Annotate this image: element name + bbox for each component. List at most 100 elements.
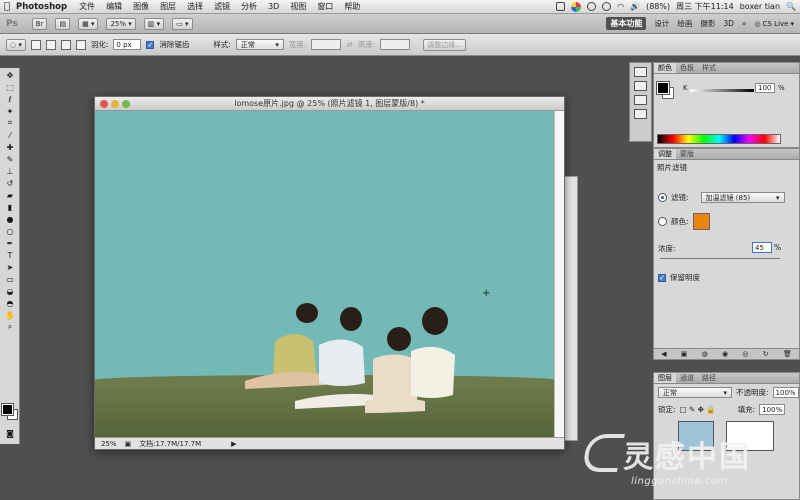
panel-foreground-swatch[interactable]	[656, 81, 670, 95]
workspace-design[interactable]: 设计	[654, 18, 669, 29]
hand-tool-icon[interactable]: ✋	[3, 310, 17, 320]
battery-status[interactable]: (88%)	[646, 2, 670, 11]
lasso-tool-icon[interactable]: ℓ	[3, 94, 17, 104]
previous-state-icon[interactable]: ◎	[742, 350, 748, 358]
spotlight-icon[interactable]: 🔍	[786, 2, 796, 11]
blend-mode-select[interactable]: 正常 ▾	[658, 387, 732, 398]
tab-masks[interactable]: 蒙版	[676, 149, 698, 159]
feather-input[interactable]: 0 px	[113, 39, 142, 50]
marquee-tool-preset[interactable]: ◌ ▾	[6, 38, 26, 51]
status-zoom[interactable]: 25%	[101, 440, 117, 448]
menu-view[interactable]: 视图	[290, 1, 306, 12]
zoom-tool-icon[interactable]: ⌕	[3, 322, 17, 332]
marquee-tool-icon[interactable]: ⬚	[3, 82, 17, 92]
filter-color-swatch[interactable]	[692, 213, 710, 230]
app-menu[interactable]: Photoshop	[16, 2, 67, 12]
height-input[interactable]	[380, 39, 411, 50]
quick-mask-icon[interactable]: ◙	[3, 428, 17, 438]
menu-analysis[interactable]: 分析	[241, 1, 257, 12]
3d-rotate-tool-icon[interactable]: ◒	[3, 286, 17, 296]
zoom-level-select[interactable]: 25% ▾	[106, 17, 136, 30]
tab-layers[interactable]: 图层	[654, 373, 676, 383]
menu-select[interactable]: 选择	[187, 1, 203, 12]
status-menu-arrow-icon[interactable]: ▶	[231, 440, 236, 448]
foreground-color-swatch[interactable]	[1, 403, 14, 416]
volume-icon[interactable]: 🔊	[630, 2, 640, 11]
menu-help[interactable]: 帮助	[344, 1, 360, 12]
screen-mode-button[interactable]: ▭ ▾	[172, 17, 193, 30]
vertical-scrollbar[interactable]	[554, 111, 564, 437]
reset-icon[interactable]: ↻	[763, 350, 769, 358]
k-value-input[interactable]: 100	[755, 83, 775, 93]
brush-tool-icon[interactable]: ✎	[3, 154, 17, 164]
tab-color[interactable]: 颜色	[654, 63, 676, 73]
antialias-checkbox[interactable]: ✓	[146, 40, 155, 49]
density-input[interactable]: 45	[752, 242, 772, 253]
cs-live-button[interactable]: ◎ CS Live ▾	[755, 20, 794, 28]
image-canvas[interactable]: +	[95, 111, 555, 437]
workspace-photography[interactable]: 摄影	[700, 18, 715, 29]
style-select[interactable]: 正常 ▾	[235, 39, 284, 50]
new-selection-icon[interactable]	[30, 39, 41, 50]
color-spectrum-bar[interactable]	[657, 134, 781, 144]
actions-panel-icon[interactable]	[634, 81, 647, 91]
color-radio[interactable]	[658, 217, 667, 226]
expand-icon[interactable]: ▣	[681, 350, 688, 358]
view-extras-button[interactable]: ▦ ▾	[78, 17, 99, 30]
clone-stamp-tool-icon[interactable]: ⊥	[3, 166, 17, 176]
menu-3d[interactable]: 3D	[268, 2, 279, 11]
3d-orbit-tool-icon[interactable]: ◓	[3, 298, 17, 308]
arrange-documents-button[interactable]: ▥ ▾	[143, 17, 165, 30]
tab-styles[interactable]: 样式	[698, 63, 720, 73]
tab-adjustments[interactable]: 调整	[654, 149, 676, 159]
preserve-luminosity-checkbox[interactable]: ✓	[658, 273, 666, 282]
tab-paths[interactable]: 路径	[698, 373, 720, 383]
history-panel-icon[interactable]	[634, 67, 647, 77]
user-name[interactable]: boxer tian	[740, 2, 780, 11]
filter-radio[interactable]	[658, 193, 667, 202]
document-title-bar[interactable]: lomose原片.jpg @ 25% (照片滤镜 1, 图层蒙版/8) *	[95, 97, 564, 111]
dodge-tool-icon[interactable]: ○	[3, 226, 17, 236]
color-wheel-icon[interactable]	[571, 1, 582, 12]
menu-edit[interactable]: 编辑	[106, 1, 122, 12]
shape-tool-icon[interactable]: ▭	[3, 274, 17, 284]
k-slider[interactable]	[690, 89, 754, 92]
status-preview-icon[interactable]: ▣	[125, 440, 132, 448]
tab-swatches[interactable]: 色板	[676, 63, 698, 73]
intersect-selection-icon[interactable]	[75, 39, 86, 50]
character-panel-icon[interactable]	[634, 95, 647, 105]
density-slider[interactable]	[660, 258, 780, 259]
fill-input[interactable]: 100%	[759, 404, 786, 415]
filter-select[interactable]: 加温滤镜 (85) ▾	[700, 192, 785, 203]
menu-image[interactable]: 图像	[133, 1, 149, 12]
swap-icon[interactable]: ⇄	[346, 40, 352, 49]
clock-icon[interactable]	[587, 2, 597, 11]
media-icon[interactable]	[556, 2, 566, 11]
paragraph-panel-icon[interactable]	[634, 109, 647, 119]
pen-tool-icon[interactable]: ✒	[3, 238, 17, 248]
back-icon[interactable]: ◀	[661, 350, 666, 358]
menu-filter[interactable]: 滤镜	[214, 1, 230, 12]
blur-tool-icon[interactable]: ●	[3, 214, 17, 224]
bridge-button[interactable]: Br	[31, 17, 48, 30]
refine-edge-button[interactable]: 调整边缘...	[423, 38, 466, 51]
path-select-tool-icon[interactable]: ➤	[3, 262, 17, 272]
crop-tool-icon[interactable]: ⌗	[3, 118, 17, 128]
clip-icon[interactable]: ◍	[702, 350, 708, 358]
workspace-more[interactable]: »	[742, 19, 747, 28]
delete-icon[interactable]: 🗑	[783, 350, 792, 358]
menu-window[interactable]: 窗口	[317, 1, 333, 12]
wifi-icon[interactable]: ◠	[617, 2, 624, 11]
eraser-tool-icon[interactable]: ▰	[3, 190, 17, 200]
menu-layer[interactable]: 图层	[160, 1, 176, 12]
menu-file[interactable]: 文件	[79, 1, 95, 12]
add-selection-icon[interactable]	[45, 39, 56, 50]
subtract-selection-icon[interactable]	[60, 39, 71, 50]
width-input[interactable]	[311, 39, 342, 50]
eyedropper-tool-icon[interactable]: ⁄	[3, 130, 17, 140]
workspace-painting[interactable]: 绘画	[677, 18, 692, 29]
clock-text[interactable]: 周三 下午11:14	[676, 1, 734, 12]
quick-select-tool-icon[interactable]: ✦	[3, 106, 17, 116]
lock-icons[interactable]: □ ✎ ✥ 🔒	[680, 405, 716, 414]
minibridge-button[interactable]: ▤	[55, 17, 71, 30]
